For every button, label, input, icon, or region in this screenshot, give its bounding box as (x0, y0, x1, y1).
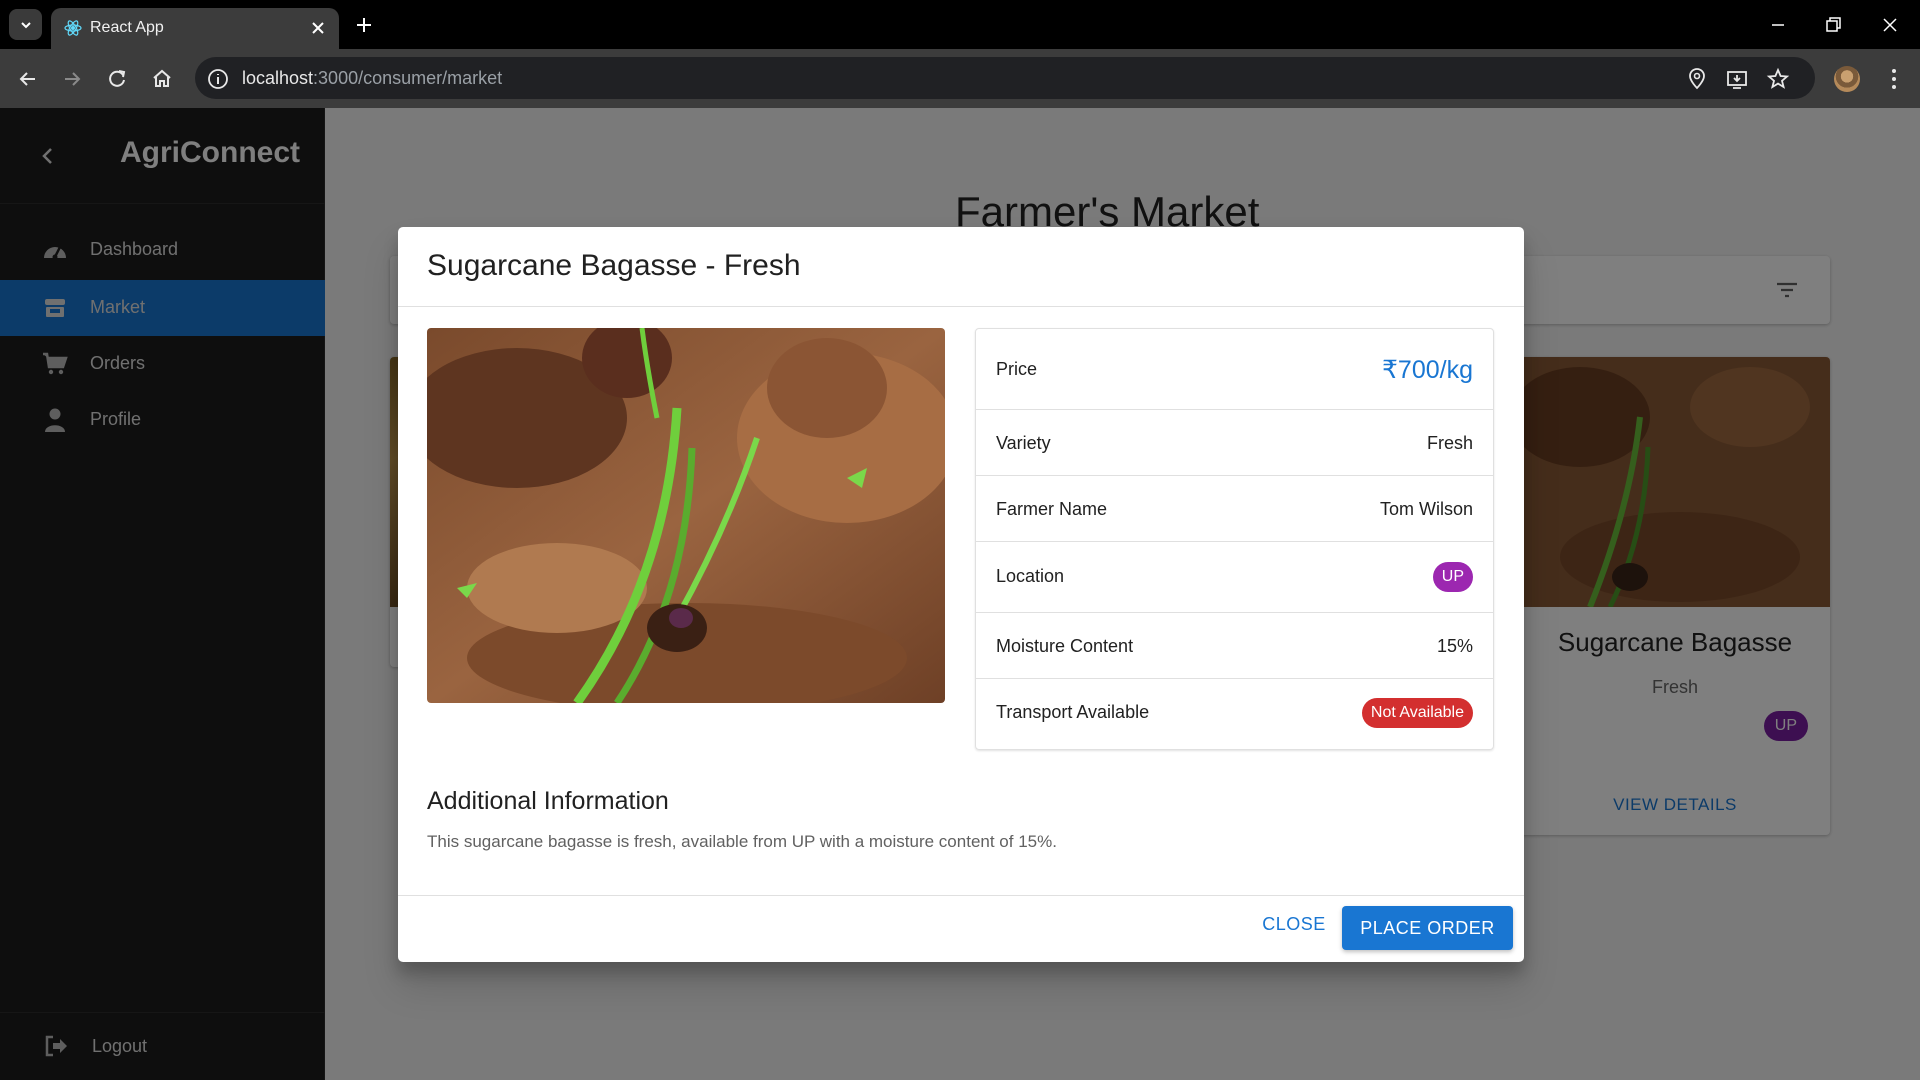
product-details-dialog: Sugarcane Bagasse - Fresh Price ₹700/kg (398, 227, 1524, 962)
dialog-actions-divider (398, 895, 1524, 896)
variety-label: Variety (996, 433, 1051, 453)
dialog-title-divider (398, 306, 1524, 307)
additional-info-heading: Additional Information (427, 787, 669, 815)
chevron-down-icon (20, 21, 31, 28)
transport-label: Transport Available (996, 702, 1150, 722)
tab-search-button[interactable] (9, 9, 42, 40)
farmer-name-label: Farmer Name (996, 499, 1108, 519)
price-value: ₹700/kg (1382, 356, 1473, 384)
detail-row-location: Location UP (976, 542, 1493, 613)
more-options-icon[interactable] (1882, 65, 1906, 93)
reload-icon[interactable] (104, 66, 130, 92)
new-tab-icon[interactable] (352, 13, 376, 37)
restore-icon[interactable] (1821, 13, 1845, 37)
browser-tab[interactable]: React App (51, 8, 339, 49)
install-app-icon[interactable] (1725, 67, 1749, 91)
variety-value: Fresh (1426, 433, 1473, 453)
browser-toolbar: localhost:3000/consumer/market (0, 49, 1920, 108)
price-label: Price (996, 359, 1038, 379)
close-window-icon[interactable] (1878, 13, 1902, 37)
moisture-value: 15% (1436, 636, 1473, 656)
moisture-label: Moisture Content (996, 636, 1134, 656)
url-path: :3000/consumer/market (313, 68, 503, 88)
close-tab-icon[interactable] (309, 19, 327, 37)
farmer-name-value: Tom Wilson (1379, 499, 1473, 519)
product-image (427, 328, 945, 703)
detail-row-farmer: Farmer Name Tom Wilson (976, 476, 1493, 542)
product-details-table: Price ₹700/kg Variety Fresh Farmer Name … (975, 328, 1494, 750)
forward-arrow-icon[interactable] (59, 66, 85, 92)
url-text[interactable]: localhost:3000/consumer/market (242, 68, 502, 89)
bookmark-star-icon[interactable] (1766, 67, 1790, 91)
location-pin-icon[interactable] (1685, 67, 1709, 91)
url-host: localhost (242, 68, 314, 88)
tab-title: React App (90, 19, 164, 36)
detail-row-price: Price ₹700/kg (976, 329, 1493, 410)
detail-row-transport: Transport Available Not Available (976, 679, 1493, 749)
home-icon[interactable] (149, 66, 175, 92)
location-label: Location (996, 566, 1065, 586)
detail-row-moisture: Moisture Content 15% (976, 613, 1493, 679)
place-order-button[interactable]: PLACE ORDER (1342, 906, 1513, 950)
site-info-icon[interactable] (205, 66, 231, 92)
react-logo-icon (64, 20, 82, 36)
minimize-icon[interactable] (1766, 13, 1790, 37)
browser-tab-bar: React App (0, 0, 1920, 49)
back-arrow-icon[interactable] (15, 66, 41, 92)
close-button[interactable]: CLOSE (1254, 905, 1334, 943)
dialog-title: Sugarcane Bagasse - Fresh (427, 249, 801, 282)
address-bar[interactable]: localhost:3000/consumer/market (195, 57, 1815, 99)
location-chip: UP (1432, 562, 1473, 592)
profile-avatar[interactable] (1834, 66, 1860, 92)
transport-status-chip: Not Available (1361, 698, 1473, 728)
detail-row-variety: Variety Fresh (976, 410, 1493, 476)
additional-info-text: This sugarcane bagasse is fresh, availab… (427, 832, 1057, 851)
